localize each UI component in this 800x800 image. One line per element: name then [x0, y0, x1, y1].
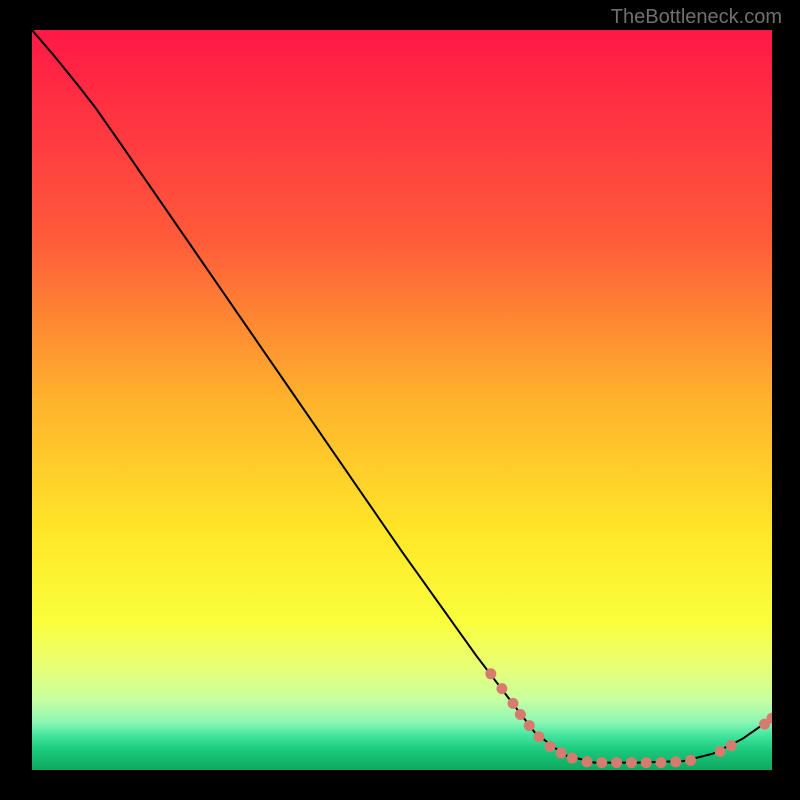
data-point [715, 746, 726, 757]
data-point [545, 741, 556, 752]
data-point [611, 757, 622, 768]
data-point [524, 720, 535, 731]
data-point [508, 698, 519, 709]
data-point [556, 747, 567, 758]
data-point [641, 757, 652, 768]
data-point [670, 756, 681, 767]
data-point [515, 709, 526, 720]
chart-overlay [32, 30, 772, 770]
bottleneck-curve [32, 30, 772, 763]
data-point [685, 755, 696, 766]
data-point [582, 756, 593, 767]
data-point [656, 757, 667, 768]
data-point [567, 753, 578, 764]
data-point [485, 668, 496, 679]
data-point [533, 731, 544, 742]
chart-plot-area [32, 30, 772, 770]
watermark-text: TheBottleneck.com [611, 6, 782, 29]
data-point [726, 740, 737, 751]
data-point [496, 683, 507, 694]
sample-dots [485, 668, 772, 768]
data-point [596, 757, 607, 768]
data-point [626, 757, 637, 768]
